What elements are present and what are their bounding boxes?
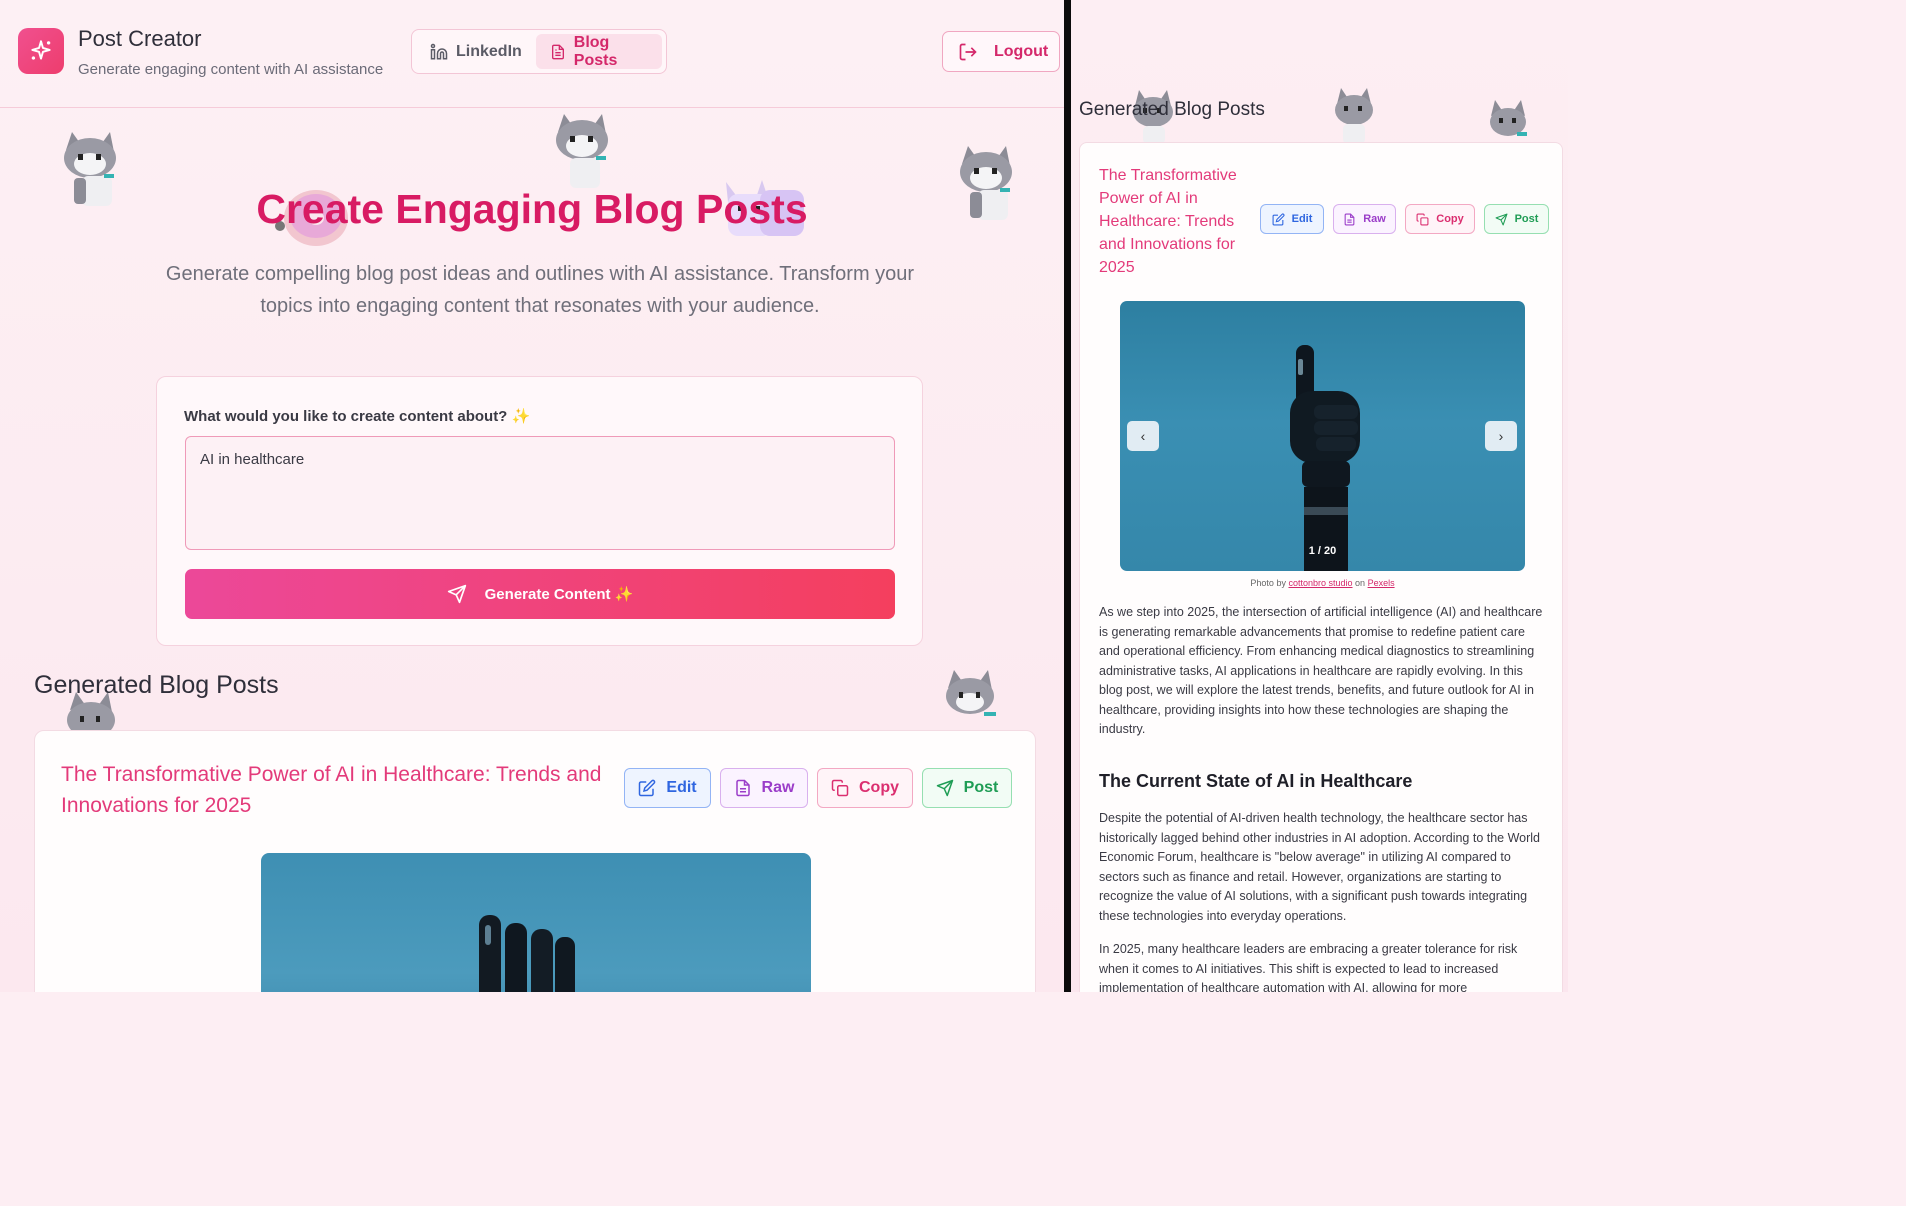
edit-button[interactable]: Edit — [624, 768, 711, 808]
post-actions: Edit Raw Copy Post — [1260, 204, 1549, 234]
edit-label: Edit — [1291, 213, 1313, 225]
post-actions: Edit Raw Copy Post — [624, 768, 1012, 808]
chevron-left-icon: ‹ — [1140, 428, 1146, 444]
credit-author-link[interactable]: cottonbro studio — [1288, 578, 1352, 588]
app-subtitle: Generate engaging content with AI assist… — [78, 61, 384, 78]
chevron-right-icon: › — [1498, 428, 1504, 444]
copy-label: Copy — [859, 779, 899, 796]
generate-content-label: Generate Content ✨ — [484, 586, 634, 603]
carousel-prev-button[interactable]: ‹ — [1127, 421, 1159, 451]
carousel-counter: 1 / 20 — [1308, 545, 1337, 557]
post-image — [261, 853, 811, 992]
raw-label: Raw — [761, 779, 795, 796]
cat-sticker-icon — [1335, 88, 1373, 144]
window-divider — [1064, 0, 1071, 992]
copy-button[interactable]: Copy — [1405, 204, 1475, 234]
copy-icon — [1416, 213, 1429, 225]
photo-credit: Photo by cottonbro studio on Pexels — [1120, 578, 1525, 588]
post-paragraph: Despite the potential of AI-driven healt… — [1099, 811, 1541, 923]
edit-button[interactable]: Edit — [1260, 204, 1324, 234]
tab-bar: LinkedIn Blog Posts — [411, 29, 667, 74]
topic-label: What would you like to create content ab… — [184, 408, 531, 425]
document-icon — [735, 779, 750, 797]
copy-button[interactable]: Copy — [817, 768, 913, 808]
linkedin-icon — [430, 43, 448, 59]
raw-label: Raw — [1363, 213, 1386, 225]
tab-blog-posts-label: Blog Posts — [573, 33, 618, 69]
blog-post-card: The Transformative Power of AI in Health… — [1079, 142, 1563, 992]
tab-linkedin-label: LinkedIn — [456, 42, 522, 60]
copy-label: Copy — [1436, 213, 1464, 225]
hero-subtitle: Generate compelling blog post ideas and … — [165, 263, 915, 317]
post-heading: The Current State of AI in Healthcare — [1099, 771, 1413, 791]
generate-content-button[interactable]: Generate Content ✨ — [185, 569, 895, 619]
edit-icon — [639, 779, 656, 797]
cat-sticker-icon — [1490, 100, 1527, 136]
post-title: The Transformative Power of AI in Health… — [1099, 167, 1237, 276]
content-input-card: What would you like to create content ab… — [156, 376, 923, 646]
cat-sticker-icon — [556, 114, 608, 188]
credit-on: on — [1355, 578, 1366, 588]
robotic-hand-image — [479, 915, 575, 992]
logout-icon — [959, 43, 977, 60]
hero-title: Create Engaging Blog Posts — [256, 186, 808, 232]
topic-input[interactable]: AI in healthcare — [185, 436, 895, 550]
logout-button[interactable]: Logout — [942, 31, 1060, 72]
main-window: Post Creator Generate engaging content w… — [0, 0, 1064, 992]
post-button[interactable]: Post — [922, 768, 1012, 808]
robotic-hand-image — [1290, 345, 1360, 571]
edit-icon — [1272, 212, 1285, 225]
raw-button[interactable]: Raw — [720, 768, 808, 808]
image-carousel: ‹ › 1 / 20 — [1120, 301, 1525, 571]
send-icon — [936, 779, 953, 797]
preview-window: Generated Blog Posts The Transformative … — [1071, 0, 1568, 992]
app-header: Post Creator Generate engaging content w… — [0, 0, 1064, 108]
generated-section-title: Generated Blog Posts — [1079, 99, 1265, 120]
copy-icon — [831, 779, 849, 797]
credit-source-link[interactable]: Pexels — [1368, 578, 1395, 588]
document-icon — [551, 44, 564, 59]
cat-sticker-icon — [946, 670, 996, 716]
sparkle-logo-icon — [18, 28, 64, 74]
send-icon — [447, 584, 466, 604]
generated-section-title: Generated Blog Posts — [34, 671, 279, 699]
edit-label: Edit — [666, 779, 697, 796]
raw-button[interactable]: Raw — [1333, 204, 1396, 234]
app-title: Post Creator — [78, 26, 202, 51]
carousel-next-button[interactable]: › — [1485, 421, 1517, 451]
credit-prefix: Photo by — [1250, 578, 1286, 588]
post-intro: As we step into 2025, the intersection o… — [1099, 605, 1543, 736]
tab-blog-posts[interactable]: Blog Posts — [535, 33, 662, 69]
post-label: Post — [1514, 213, 1539, 225]
post-label: Post — [963, 779, 999, 796]
tab-linkedin[interactable]: LinkedIn — [416, 34, 536, 69]
send-icon — [1495, 213, 1508, 225]
document-icon — [1344, 213, 1355, 225]
post-title: The Transformative Power of AI in Health… — [61, 763, 602, 817]
logout-label: Logout — [994, 42, 1049, 60]
blog-post-card: The Transformative Power of AI in Health… — [34, 730, 1036, 992]
post-paragraph: In 2025, many healthcare leaders are emb… — [1099, 942, 1518, 992]
post-button[interactable]: Post — [1484, 204, 1549, 234]
